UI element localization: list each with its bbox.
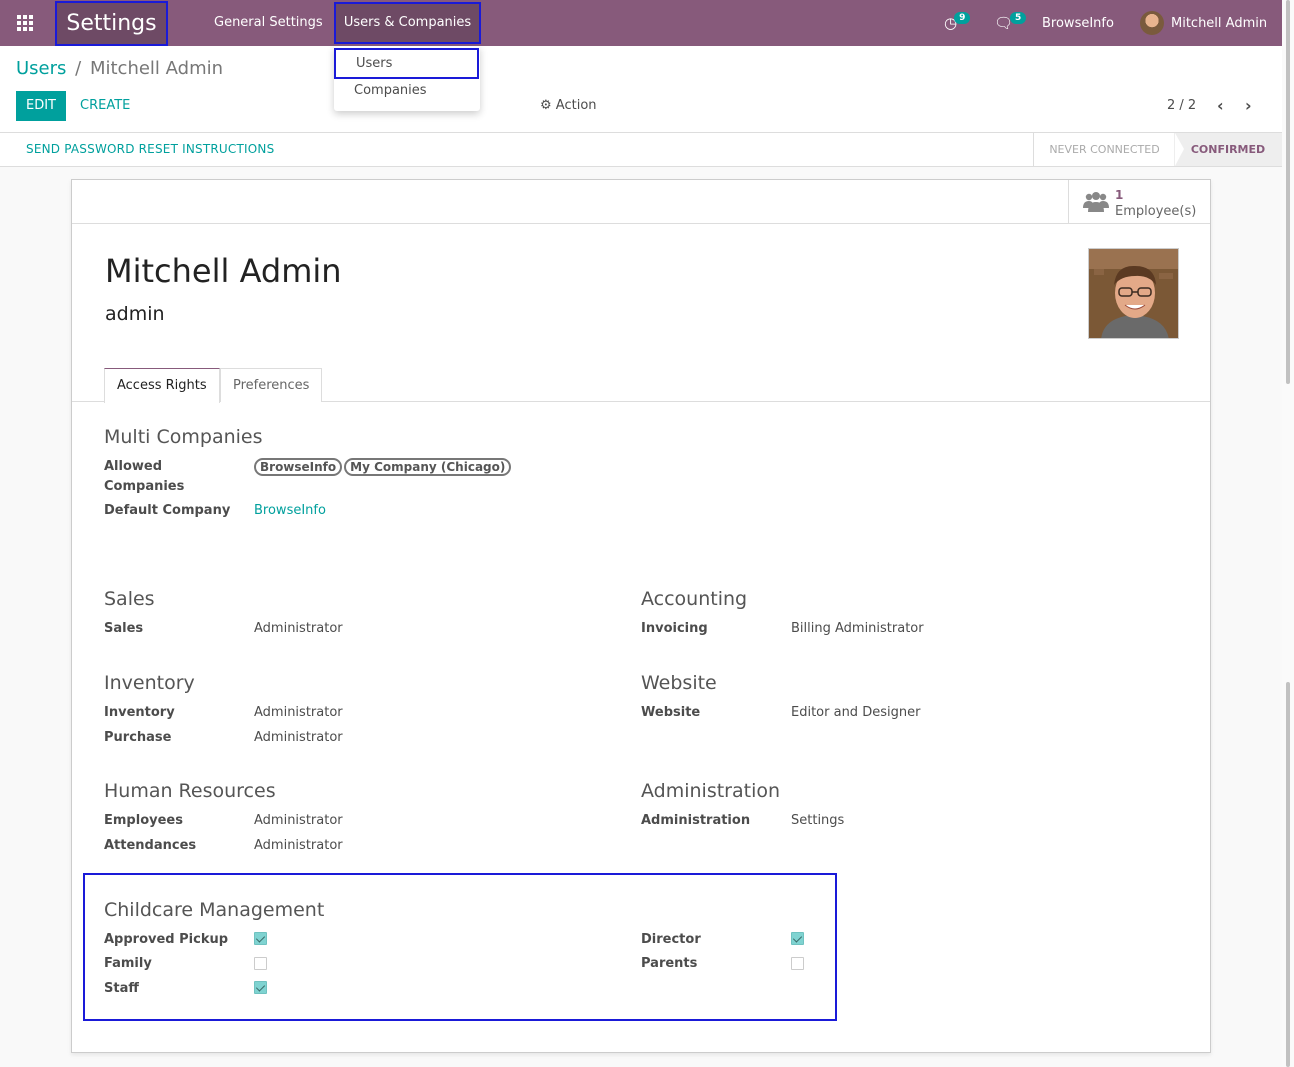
breadcrumb: Users / Mitchell Admin <box>16 58 223 79</box>
scrollbar-thumb-lower[interactable] <box>1286 682 1290 1067</box>
status-never-connected: NEVER CONNECTED <box>1033 133 1184 166</box>
chevron-left-icon: ‹ <box>1217 96 1224 115</box>
dropdown-item-companies[interactable]: Companies <box>334 77 480 105</box>
attendances-label: Attendances <box>104 838 197 853</box>
employees-count: 1 <box>1115 188 1124 202</box>
company-tag[interactable]: My Company (Chicago) <box>344 458 512 476</box>
scrollbar-thumb-upper[interactable] <box>1286 0 1290 384</box>
messages-button[interactable]: 🗨 5 <box>994 0 1027 46</box>
section-administration: Administration <box>641 780 781 802</box>
company-switcher[interactable]: BrowseInfo <box>1042 0 1114 46</box>
attendances-value: Administrator <box>254 838 343 853</box>
website-label: Website <box>641 705 701 720</box>
sales-label: Sales <box>104 621 144 636</box>
tab-preferences[interactable]: Preferences <box>220 368 323 402</box>
purchase-label: Purchase <box>104 730 172 745</box>
user-menu[interactable]: Mitchell Admin <box>1140 0 1267 46</box>
section-multi-companies: Multi Companies <box>104 426 263 448</box>
breadcrumb-separator: / <box>75 58 82 79</box>
form-tabs: Access Rights Preferences <box>72 368 1210 403</box>
pager-previous-button[interactable]: ‹ <box>1217 91 1224 121</box>
users-companies-dropdown: Users Companies <box>334 46 480 111</box>
avatar <box>1140 11 1164 35</box>
employees-smart-button[interactable]: 1 Employee(s) <box>1068 180 1210 223</box>
menu-users-companies[interactable]: Users & Companies <box>334 2 481 44</box>
breadcrumb-users-link[interactable]: Users <box>16 58 66 79</box>
childcare-highlight-box <box>83 873 837 1021</box>
employees-label: Employees <box>104 813 183 828</box>
activities-badge: 9 <box>954 12 971 24</box>
create-button[interactable]: CREATE <box>80 91 130 121</box>
pager-next-button[interactable]: › <box>1245 91 1252 121</box>
status-confirmed: CONFIRMED <box>1174 133 1282 166</box>
employees-value: Administrator <box>254 813 343 828</box>
app-brand[interactable]: Settings <box>55 1 168 46</box>
action-menu-button[interactable]: ⚙ Action <box>540 91 597 121</box>
administration-label: Administration <box>641 813 751 828</box>
control-panel: Users / Mitchell Admin EDIT CREATE ⚙ Act… <box>0 46 1282 132</box>
menu-general-settings[interactable]: General Settings <box>214 0 323 46</box>
top-navbar: Settings General Settings Users & Compan… <box>0 0 1282 46</box>
section-website: Website <box>641 672 717 694</box>
allowed-companies-label-line1: Allowed <box>104 459 163 474</box>
user-portrait-image <box>1089 249 1178 338</box>
action-label: Action <box>555 98 597 113</box>
user-photo[interactable] <box>1088 248 1179 339</box>
website-value: Editor and Designer <box>791 705 921 720</box>
user-name-title: Mitchell Admin <box>105 252 342 290</box>
section-inventory: Inventory <box>104 672 195 694</box>
user-menu-label: Mitchell Admin <box>1171 15 1268 31</box>
employees-label: Employee(s) <box>1115 204 1197 219</box>
messages-badge: 5 <box>1010 12 1027 24</box>
default-company-label: Default Company <box>104 503 231 518</box>
breadcrumb-current: Mitchell Admin <box>89 58 224 79</box>
purchase-value: Administrator <box>254 730 343 745</box>
dropdown-item-users[interactable]: Users <box>334 48 479 79</box>
apps-menu-button[interactable] <box>10 8 40 38</box>
button-box: 1 Employee(s) <box>72 180 1210 224</box>
apps-grid-icon <box>17 15 33 31</box>
sales-value: Administrator <box>254 621 343 636</box>
activities-button[interactable]: ◷ 9 <box>944 0 971 46</box>
allowed-companies-label-line2: Companies <box>104 479 185 494</box>
section-human-resources: Human Resources <box>104 780 276 802</box>
section-accounting: Accounting <box>641 588 748 610</box>
users-icon <box>1083 192 1109 212</box>
user-login: admin <box>105 303 165 325</box>
section-sales: Sales <box>104 588 155 610</box>
send-password-reset-button[interactable]: SEND PASSWORD RESET INSTRUCTIONS <box>26 133 274 166</box>
invoicing-label: Invoicing <box>641 621 708 636</box>
edit-button[interactable]: EDIT <box>16 91 66 121</box>
chevron-right-icon: › <box>1245 96 1252 115</box>
invoicing-value: Billing Administrator <box>791 621 924 636</box>
pager-value[interactable]: 2 / 2 <box>1167 91 1196 121</box>
tab-access-rights[interactable]: Access Rights <box>104 368 220 403</box>
inventory-label: Inventory <box>104 705 175 720</box>
allowed-companies-tags: BrowseInfo My Company (Chicago) <box>254 458 513 476</box>
company-tag[interactable]: BrowseInfo <box>254 458 343 476</box>
default-company-link[interactable]: BrowseInfo <box>254 503 326 518</box>
gear-icon: ⚙ <box>540 98 552 113</box>
administration-value: Settings <box>791 813 845 828</box>
status-bar: SEND PASSWORD RESET INSTRUCTIONS NEVER C… <box>0 132 1282 167</box>
inventory-value: Administrator <box>254 705 343 720</box>
